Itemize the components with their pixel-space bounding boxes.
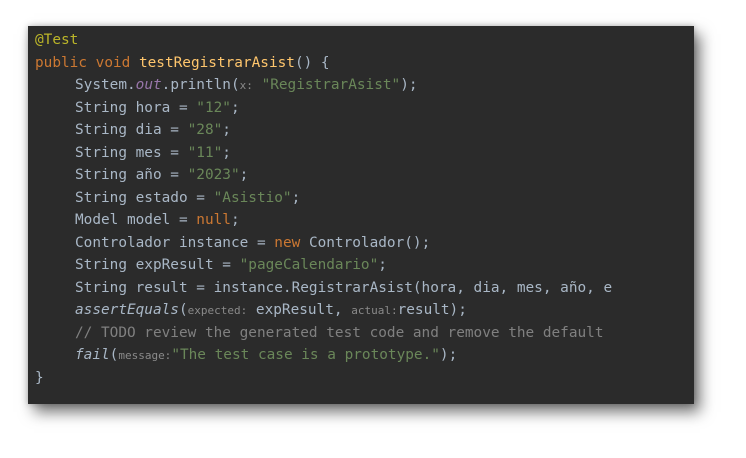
declaration: String expResult = bbox=[75, 257, 240, 273]
closing-brace: } bbox=[35, 369, 44, 386]
todo-comment: // TODO review the generated test code a… bbox=[75, 324, 604, 341]
declaration: String hora = bbox=[75, 99, 197, 116]
code-line-4: String hora = "12"; bbox=[75, 99, 240, 116]
declaration: String mes = bbox=[75, 144, 188, 161]
keyword-new: new bbox=[274, 234, 301, 251]
code-line-3: System.out.println(x: "RegistrarAsist"); bbox=[28, 74, 694, 97]
param-hint-expected: expected: bbox=[187, 304, 248, 317]
code-line-6: String mes = "11"; bbox=[75, 144, 231, 161]
declaration: Model model = bbox=[75, 212, 197, 228]
code-line-14: // TODO review the generated test code a… bbox=[28, 322, 694, 345]
call-end: ); bbox=[439, 347, 458, 363]
string-literal: "11" bbox=[187, 144, 223, 161]
code-line-15: fail(message:"The test case is a prototy… bbox=[75, 347, 458, 363]
system-ref: System. bbox=[75, 77, 136, 93]
declaration: String año = bbox=[75, 167, 188, 183]
code-block[interactable]: @Test public void testRegistrarAsist() {… bbox=[28, 29, 694, 389]
code-line-12: String result = instance.RegistrarAsist(… bbox=[28, 277, 694, 300]
code-line-7: String año = "2023"; bbox=[75, 167, 249, 183]
code-line-10: Controlador instance = new Controlador()… bbox=[28, 232, 694, 255]
fail-call: fail bbox=[75, 347, 110, 363]
keyword-public: public bbox=[35, 54, 87, 71]
declaration: String dia = bbox=[75, 122, 188, 138]
code-line-8: String estado = "Asistio"; bbox=[75, 189, 301, 206]
string-literal: "RegistrarAsist" bbox=[261, 77, 401, 93]
param-hint-message: message: bbox=[118, 349, 172, 362]
string-literal: "pageCalendario" bbox=[239, 257, 379, 273]
arg-actual: result); bbox=[397, 302, 467, 318]
method-signature-rest: () { bbox=[294, 54, 330, 71]
param-hint-actual: actual: bbox=[351, 304, 398, 317]
declaration: String estado = bbox=[75, 189, 214, 206]
string-literal: "The test case is a prototype." bbox=[171, 347, 440, 363]
assert-equals-call: assertEquals bbox=[75, 302, 179, 318]
keyword-null: null bbox=[196, 212, 231, 228]
code-editor-panel[interactable]: @Test public void testRegistrarAsist() {… bbox=[28, 26, 694, 404]
arg-expected: expResult, bbox=[247, 302, 352, 318]
code-line-5: String dia = "28"; bbox=[75, 122, 231, 138]
code-line-2: public void testRegistrarAsist() { bbox=[28, 52, 694, 75]
keyword-void: void bbox=[95, 54, 131, 71]
annotation: @Test bbox=[35, 32, 79, 48]
string-literal: "2023" bbox=[187, 167, 240, 183]
code-line-11: String expResult = "pageCalendario"; bbox=[75, 257, 387, 273]
string-literal: "12" bbox=[196, 99, 231, 116]
out-field: out bbox=[135, 77, 162, 93]
declaration: Controlador instance = bbox=[75, 234, 275, 251]
call-end: ); bbox=[400, 77, 418, 93]
param-hint-x: x: bbox=[239, 79, 253, 92]
code-line-9: Model model = null; bbox=[75, 212, 240, 228]
code-line-13: assertEquals(expected: expResult, actual… bbox=[75, 302, 467, 318]
constructor-call: Controlador(); bbox=[300, 234, 431, 251]
string-literal: "Asistio" bbox=[213, 189, 292, 206]
registrar-call: String result = instance.RegistrarAsist(… bbox=[75, 279, 613, 296]
code-line-16: } bbox=[28, 367, 694, 390]
println-call: .println( bbox=[161, 77, 240, 93]
method-name: testRegistrarAsist bbox=[138, 54, 295, 71]
code-line-1: @Test bbox=[28, 29, 694, 52]
string-literal: "28" bbox=[187, 122, 223, 138]
